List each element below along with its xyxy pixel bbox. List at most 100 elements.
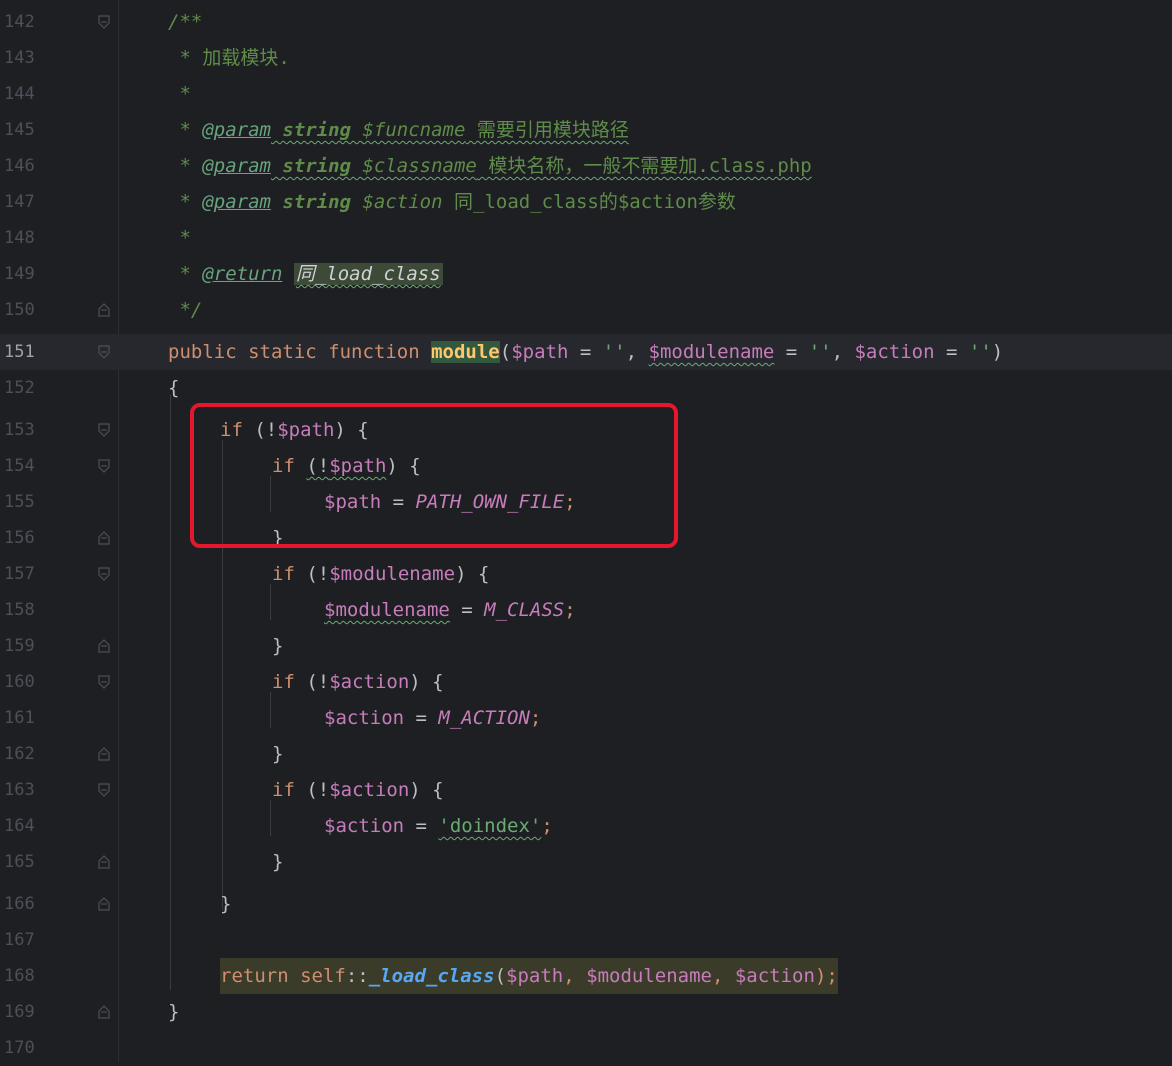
brace: } bbox=[272, 851, 284, 873]
code-line[interactable]: 145 * @param string $funcname 需要引用模块路径 bbox=[0, 112, 1172, 148]
line-number: 149 bbox=[4, 264, 35, 284]
variable: $modulename bbox=[329, 563, 456, 585]
doc-type: string bbox=[270, 191, 363, 213]
function-declaration: public static function module($path = ''… bbox=[168, 334, 1003, 370]
code-line[interactable]: 148 * bbox=[0, 220, 1172, 256]
fold-open-icon[interactable] bbox=[98, 459, 110, 473]
code-line[interactable]: 161 $action = M_ACTION; bbox=[0, 700, 1172, 736]
line-number: 160 bbox=[4, 672, 35, 692]
doc-type: string bbox=[270, 119, 363, 141]
doc-return-line: * @return 同_load_class bbox=[168, 256, 443, 292]
if-statement: if (!$action) { bbox=[272, 664, 444, 700]
operator: = bbox=[404, 815, 439, 837]
code-line[interactable]: 168 return self::_load_class($path, $mod… bbox=[0, 958, 1172, 994]
fold-close-icon[interactable] bbox=[98, 855, 110, 869]
operator: = bbox=[404, 707, 439, 729]
keyword-self: self bbox=[300, 965, 346, 987]
fold-close-icon[interactable] bbox=[98, 897, 110, 911]
code-line[interactable]: 143 * 加载模块. bbox=[0, 40, 1172, 76]
keyword: return bbox=[220, 965, 301, 987]
code-editor[interactable]: 142 /** 143 * 加载模块. 144 * 145 * @param s… bbox=[0, 0, 1172, 1062]
line-number: 146 bbox=[4, 156, 35, 176]
fold-close-icon[interactable] bbox=[98, 747, 110, 761]
keyword: public static function bbox=[168, 341, 432, 363]
line-number: 156 bbox=[4, 528, 35, 548]
line-number: 161 bbox=[4, 708, 35, 728]
code-line[interactable]: 166 } bbox=[0, 886, 1172, 922]
keyword: if bbox=[272, 779, 307, 801]
line-number: 165 bbox=[4, 852, 35, 872]
variable: $action bbox=[329, 779, 410, 801]
punct: , bbox=[711, 965, 735, 987]
semicolon: ; bbox=[564, 599, 576, 621]
line-number: 167 bbox=[4, 930, 35, 950]
variable: $action bbox=[329, 671, 410, 693]
line-number: 151 bbox=[4, 342, 35, 362]
punct: ); bbox=[814, 965, 838, 987]
doc-param-desc: 同_load_class的$action参数 bbox=[442, 191, 736, 213]
doc-prefix: * bbox=[168, 263, 203, 285]
doc-comment-text: * bbox=[168, 83, 191, 105]
doc-param-name: $action bbox=[362, 191, 443, 213]
doc-param-name: $funcname bbox=[362, 119, 466, 141]
punct: = bbox=[568, 341, 603, 363]
line-number: 164 bbox=[4, 816, 35, 836]
doc-param-name: $classname bbox=[362, 155, 477, 177]
line-number: 170 bbox=[4, 1038, 35, 1058]
doc-prefix: * bbox=[168, 119, 203, 141]
string: '' bbox=[808, 341, 832, 363]
fold-open-icon[interactable] bbox=[98, 423, 110, 437]
line-number: 159 bbox=[4, 636, 35, 656]
code-line[interactable]: 144 * bbox=[0, 76, 1172, 112]
param: $action bbox=[854, 341, 935, 363]
if-statement: if (!$action) { bbox=[272, 772, 444, 808]
punct: , bbox=[563, 965, 587, 987]
code-line[interactable]: 165 } bbox=[0, 844, 1172, 880]
code-line-current[interactable]: 151 public static function module($path … bbox=[0, 334, 1172, 370]
code-line[interactable]: 167 bbox=[0, 922, 1172, 958]
fold-open-icon[interactable] bbox=[98, 675, 110, 689]
code-line[interactable]: 152 { bbox=[0, 370, 1172, 406]
code-line[interactable]: 157 if (!$modulename) { bbox=[0, 556, 1172, 592]
code-line[interactable]: 164 $action = 'doindex'; bbox=[0, 808, 1172, 844]
doc-space bbox=[282, 263, 293, 285]
doc-return-type: 同_load_class bbox=[293, 263, 443, 285]
code-line[interactable]: 169 } bbox=[0, 994, 1172, 1030]
line-number: 152 bbox=[4, 378, 35, 398]
code-line[interactable]: 160 if (!$action) { bbox=[0, 664, 1172, 700]
fold-close-icon[interactable] bbox=[98, 531, 110, 545]
keyword: if bbox=[272, 563, 307, 585]
code-line[interactable]: 147 * @param string $action 同_load_class… bbox=[0, 184, 1172, 220]
doc-param-line: * @param string $classname 模块名称，一般不需要加.c… bbox=[168, 148, 811, 184]
code-line[interactable]: 158 $modulename = M_CLASS; bbox=[0, 592, 1172, 628]
param: $path bbox=[511, 341, 569, 363]
punct: = bbox=[934, 341, 969, 363]
punct: = bbox=[774, 341, 809, 363]
assignment: $action = M_ACTION; bbox=[324, 700, 541, 736]
doc-type: string bbox=[270, 155, 363, 177]
code-line[interactable]: 150 */ bbox=[0, 292, 1172, 328]
doc-comment-end: */ bbox=[168, 299, 203, 321]
fold-open-icon[interactable] bbox=[98, 15, 110, 29]
line-number: 169 bbox=[4, 1002, 35, 1022]
variable: $modulename bbox=[324, 599, 450, 621]
code-line[interactable]: 149 * @return 同_load_class bbox=[0, 256, 1172, 292]
code-line[interactable]: 146 * @param string $classname 模块名称，一般不需… bbox=[0, 148, 1172, 184]
code-line[interactable]: 142 /** bbox=[0, 4, 1172, 40]
fold-open-icon[interactable] bbox=[98, 783, 110, 797]
fold-close-icon[interactable] bbox=[98, 1005, 110, 1019]
punct: (! bbox=[306, 671, 330, 693]
code-line[interactable]: 170 bbox=[0, 1030, 1172, 1066]
keyword: if bbox=[272, 671, 307, 693]
fold-close-icon[interactable] bbox=[98, 303, 110, 317]
code-line[interactable]: 159 } bbox=[0, 628, 1172, 664]
brace: } bbox=[220, 893, 232, 915]
code-line[interactable]: 162 } bbox=[0, 736, 1172, 772]
line-number: 153 bbox=[4, 420, 35, 440]
fold-close-icon[interactable] bbox=[98, 639, 110, 653]
fold-open-icon[interactable] bbox=[98, 345, 110, 359]
constant: M_ACTION bbox=[438, 707, 530, 729]
code-line[interactable]: 163 if (!$action) { bbox=[0, 772, 1172, 808]
line-number: 166 bbox=[4, 894, 35, 914]
fold-open-icon[interactable] bbox=[98, 567, 110, 581]
